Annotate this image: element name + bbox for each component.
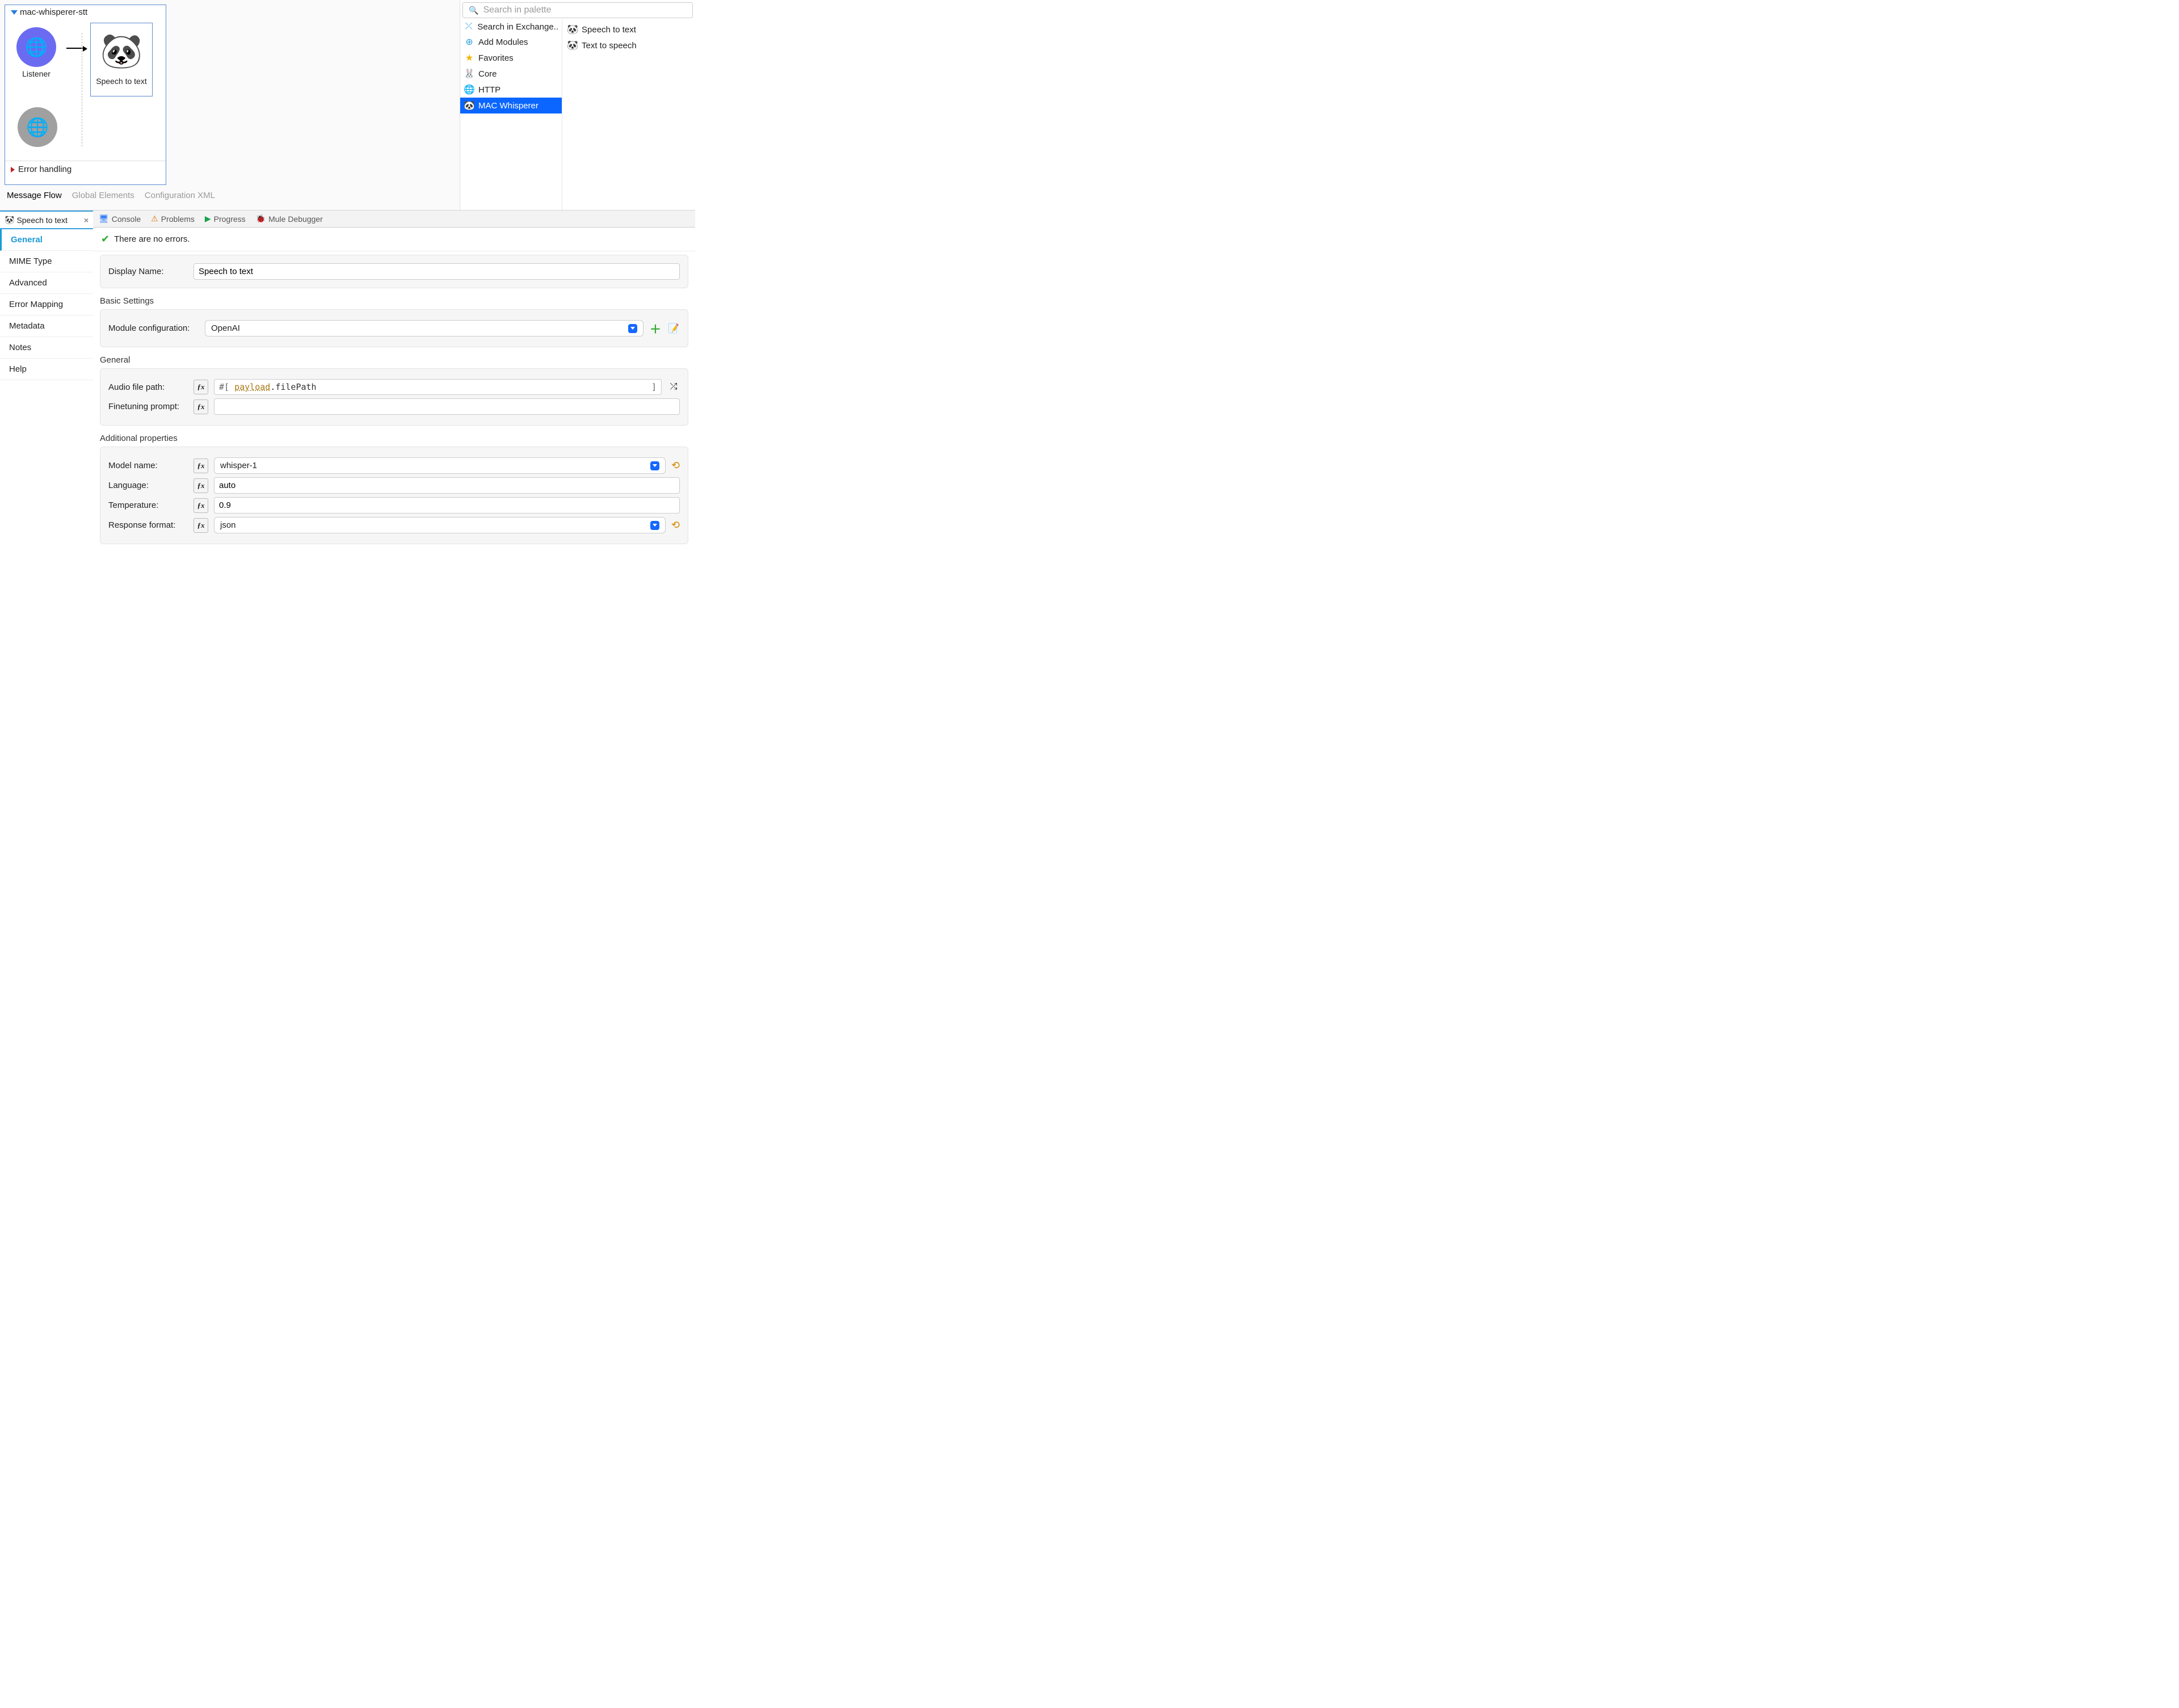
palette-item-text-to-speech[interactable]: 🐼 Text to speech (563, 37, 694, 53)
section-basic-heading: Basic Settings (100, 296, 688, 306)
side-tab-help[interactable]: Help (0, 359, 93, 380)
add-config-button[interactable]: ＋ (649, 322, 662, 335)
plus-icon: ⊕ (464, 36, 475, 48)
chevron-down-icon (650, 521, 659, 530)
panda-tab-icon: 🐼 (5, 215, 14, 225)
globe-icon: 🌐 (25, 36, 48, 58)
response-node[interactable]: 🌐 (18, 107, 57, 149)
listener-label: Listener (16, 69, 56, 78)
palette-cat-favorites[interactable]: ★ Favorites (460, 50, 562, 66)
temperature-label: Temperature: (108, 500, 188, 510)
language-label: Language: (108, 481, 188, 490)
fx-toggle-respfmt[interactable]: ƒx (193, 518, 208, 533)
panda-item-icon: 🐼 (567, 24, 578, 35)
core-icon: 🐰 (464, 68, 475, 79)
side-tab-mime[interactable]: MIME Type (0, 251, 93, 272)
close-tab-icon[interactable]: × (84, 216, 89, 225)
fx-toggle-language[interactable]: ƒx (193, 478, 208, 493)
console-icon: 🖥 (99, 214, 109, 224)
response-format-select[interactable]: json (214, 517, 666, 533)
module-config-select[interactable]: OpenAI (205, 320, 643, 336)
panda-item-icon-2: 🐼 (567, 40, 578, 51)
palette-cat-exchange[interactable]: ⤫ Search in Exchange.. (460, 19, 562, 34)
fx-toggle-model[interactable]: ƒx (193, 458, 208, 473)
star-icon: ★ (464, 52, 475, 64)
side-tab-metadata[interactable]: Metadata (0, 315, 93, 337)
speech-to-text-node[interactable]: 🐼 Speech to text (90, 23, 153, 96)
panda-small-icon: 🐼 (464, 100, 475, 111)
expand-error-icon[interactable] (11, 167, 15, 173)
side-tab-notes[interactable]: Notes (0, 337, 93, 359)
palette-item-speech-to-text[interactable]: 🐼 Speech to text (563, 22, 694, 37)
check-circle-icon: ✔ (101, 233, 110, 245)
audio-path-label: Audio file path: (108, 382, 188, 392)
flow-container[interactable]: mac-whisperer-stt 🌐 Listener 🐼 Speech to… (5, 5, 166, 185)
editor-tab-title: Speech to text (16, 216, 68, 225)
side-tab-general[interactable]: General (0, 229, 93, 251)
edit-config-button[interactable]: 📝 (667, 322, 680, 335)
section-general-heading: General (100, 355, 688, 365)
tab-config-xml[interactable]: Configuration XML (145, 191, 215, 200)
chevron-down-icon (628, 324, 637, 333)
fx-toggle-temperature[interactable]: ƒx (193, 498, 208, 513)
module-config-label: Module configuration: (108, 323, 199, 333)
model-name-label: Model name: (108, 461, 188, 470)
collapse-flow-icon[interactable] (11, 10, 18, 15)
tab-console[interactable]: 🖥Console (99, 214, 141, 224)
temperature-input[interactable] (214, 497, 680, 514)
progress-icon: ▶ (205, 214, 211, 224)
palette-cat-mac-whisperer[interactable]: 🐼 MAC Whisperer (460, 98, 562, 113)
http-icon: 🌐 (464, 84, 475, 95)
palette-search-box[interactable]: 🔍 (462, 2, 693, 18)
side-tab-advanced[interactable]: Advanced (0, 272, 93, 294)
fx-toggle-audio[interactable]: ƒx (193, 380, 208, 394)
fx-toggle-finetune[interactable]: ƒx (193, 399, 208, 414)
error-handling-label: Error handling (18, 165, 71, 174)
status-text: There are no errors. (114, 234, 190, 244)
processor-label: Speech to text (96, 77, 147, 86)
debug-icon: 🐞 (256, 214, 266, 224)
finetune-input[interactable] (214, 398, 680, 415)
tab-progress[interactable]: ▶Progress (205, 214, 246, 224)
response-format-label: Response format: (108, 520, 188, 530)
display-name-label: Display Name: (108, 267, 188, 276)
flow-title: mac-whisperer-stt (20, 7, 87, 17)
model-name-select[interactable]: whisper-1 (214, 457, 666, 474)
tab-message-flow[interactable]: Message Flow (7, 191, 62, 200)
tab-mule-debugger[interactable]: 🐞Mule Debugger (256, 214, 323, 224)
palette-search-input[interactable] (483, 5, 687, 15)
properties-editor-tab[interactable]: 🐼 Speech to text × (0, 211, 93, 229)
refresh-respfmt-button[interactable]: ⟲ (671, 519, 680, 531)
dataweave-map-button[interactable]: ⤮ (667, 381, 680, 393)
palette-cat-http[interactable]: 🌐 HTTP (460, 82, 562, 98)
exchange-icon: ⤫ (464, 22, 474, 32)
search-icon: 🔍 (469, 6, 478, 15)
listener-node[interactable]: 🌐 Listener (16, 27, 56, 78)
tab-global-elements[interactable]: Global Elements (72, 191, 134, 200)
language-input[interactable] (214, 477, 680, 494)
audio-path-input[interactable]: #[ payload.filePath ] (214, 379, 662, 395)
finetune-label: Finetuning prompt: (108, 402, 188, 411)
panda-icon: 🐼 (100, 26, 143, 77)
palette-cat-core[interactable]: 🐰 Core (460, 66, 562, 82)
flow-arrow-icon (66, 48, 86, 49)
tab-problems[interactable]: ⚠Problems (151, 214, 195, 224)
globe-gray-icon: 🌐 (26, 116, 49, 138)
chevron-down-icon (650, 461, 659, 470)
palette-cat-add-modules[interactable]: ⊕ Add Modules (460, 34, 562, 50)
section-additional-heading: Additional properties (100, 434, 688, 443)
side-tab-error-mapping[interactable]: Error Mapping (0, 294, 93, 315)
refresh-model-button[interactable]: ⟲ (671, 460, 680, 472)
display-name-input[interactable] (193, 263, 680, 280)
problems-icon: ⚠ (151, 214, 158, 224)
